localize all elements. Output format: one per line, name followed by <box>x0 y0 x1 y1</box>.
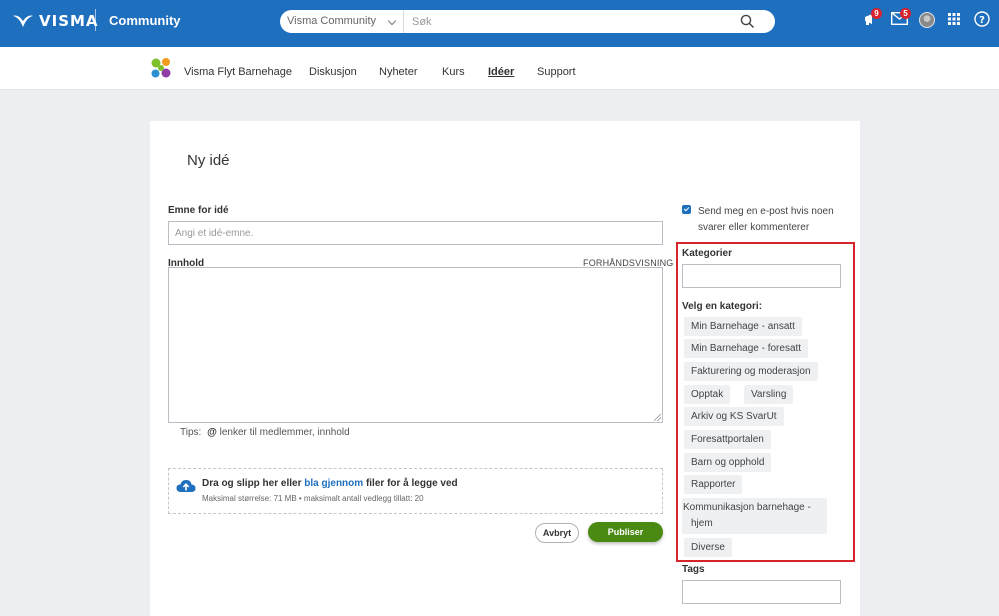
category-chip[interactable]: Fakturering og moderasjon <box>684 362 818 381</box>
category-chip[interactable]: Opptak <box>684 385 731 404</box>
community-nav: Visma Flyt Barnehage Diskusjon Nyheter K… <box>0 47 999 90</box>
apps-grid-icon[interactable] <box>948 13 960 25</box>
messages-button[interactable]: 5 <box>890 8 911 30</box>
nav-support[interactable]: Support <box>537 66 576 78</box>
search-scope-select[interactable]: Visma Community <box>280 10 404 33</box>
category-chip[interactable]: Diverse <box>684 538 732 557</box>
page-title: Ny idé <box>187 152 230 169</box>
messages-badge: 5 <box>900 8 911 19</box>
community-link[interactable]: Community <box>109 13 181 28</box>
visma-logo[interactable]: VISMA Community <box>12 9 181 31</box>
tips-prefix: Tips: <box>180 427 202 438</box>
tips-description: lenker til medlemmer, innhold <box>219 427 350 438</box>
resize-handle[interactable] <box>654 414 661 421</box>
dropzone-text-after: filer for å legge ved <box>365 478 458 489</box>
category-chip[interactable]: Foresattportalen <box>684 430 771 449</box>
choose-category-label: Velg en kategori: <box>682 301 763 312</box>
category-chip[interactable]: Barn og opphold <box>684 453 772 472</box>
categories-input[interactable] <box>682 264 841 288</box>
dropzone-instructions: Dra og slipp her eller bla gjennom filer… <box>202 478 458 489</box>
publish-button[interactable]: Publiser <box>588 522 663 542</box>
category-chip[interactable]: Arkiv og KS SvarUt <box>684 407 784 426</box>
subject-label: Emne for idé <box>168 205 229 216</box>
categories-label: Kategorier <box>682 248 733 259</box>
category-chip[interactable]: Min Barnehage - ansatt <box>684 317 802 336</box>
svg-text:?: ? <box>979 15 985 26</box>
tips-text: Tips: @ lenker til medlemmer, innhold <box>180 427 350 438</box>
nav-visma-flyt-barnehage[interactable]: Visma Flyt Barnehage <box>184 66 292 78</box>
dropzone-text-before: Dra og slipp her eller <box>202 478 302 489</box>
upload-limits: Maksimal størrelse: 71 MB • maksimalt an… <box>202 494 424 503</box>
subject-input[interactable] <box>168 221 663 245</box>
tags-input[interactable] <box>682 580 841 604</box>
content-editor[interactable] <box>168 267 663 423</box>
nav-kurs[interactable]: Kurs <box>442 66 465 78</box>
help-icon[interactable]: ? <box>974 11 990 27</box>
email-notify-checkbox[interactable] <box>682 205 691 214</box>
category-chip[interactable]: Varsling <box>744 385 794 404</box>
email-notify-label: Send meg en e-post hvis noen svarer elle… <box>698 206 834 233</box>
search-bar: Visma Community <box>280 10 775 33</box>
nav-ideer[interactable]: Idéer <box>488 66 514 78</box>
flyt-logo-icon[interactable] <box>150 57 172 79</box>
nav-diskusjon[interactable]: Diskusjon <box>309 66 357 78</box>
chevron-down-icon <box>387 16 397 26</box>
category-chip[interactable]: Min Barnehage - foresatt <box>684 339 809 358</box>
category-chip[interactable]: Rapporter <box>684 475 743 494</box>
browse-files-link[interactable]: bla gjennom <box>304 478 363 489</box>
visma-logo-text: VISMA <box>39 12 99 30</box>
search-scope-label: Visma Community <box>287 15 377 27</box>
nav-nyheter[interactable]: Nyheter <box>379 66 418 78</box>
tags-label: Tags <box>682 564 705 575</box>
cloud-upload-icon <box>176 480 196 492</box>
top-bar: VISMA Community Visma Community 9 5 <box>0 0 999 47</box>
category-chip[interactable]: Kommunikasjon barnehage - hjem <box>682 498 827 534</box>
search-input[interactable] <box>405 10 735 33</box>
mention-symbol: @ <box>207 427 217 438</box>
search-icon[interactable] <box>740 14 755 29</box>
attachment-dropzone[interactable]: Dra og slipp her eller bla gjennom filer… <box>168 468 663 514</box>
header-divider <box>95 9 96 31</box>
avatar[interactable] <box>919 12 935 28</box>
notifications-button[interactable]: 9 <box>864 8 882 31</box>
notifications-badge: 9 <box>871 8 882 19</box>
cancel-button[interactable]: Avbryt <box>535 523 579 543</box>
visma-logo-icon <box>13 15 33 27</box>
